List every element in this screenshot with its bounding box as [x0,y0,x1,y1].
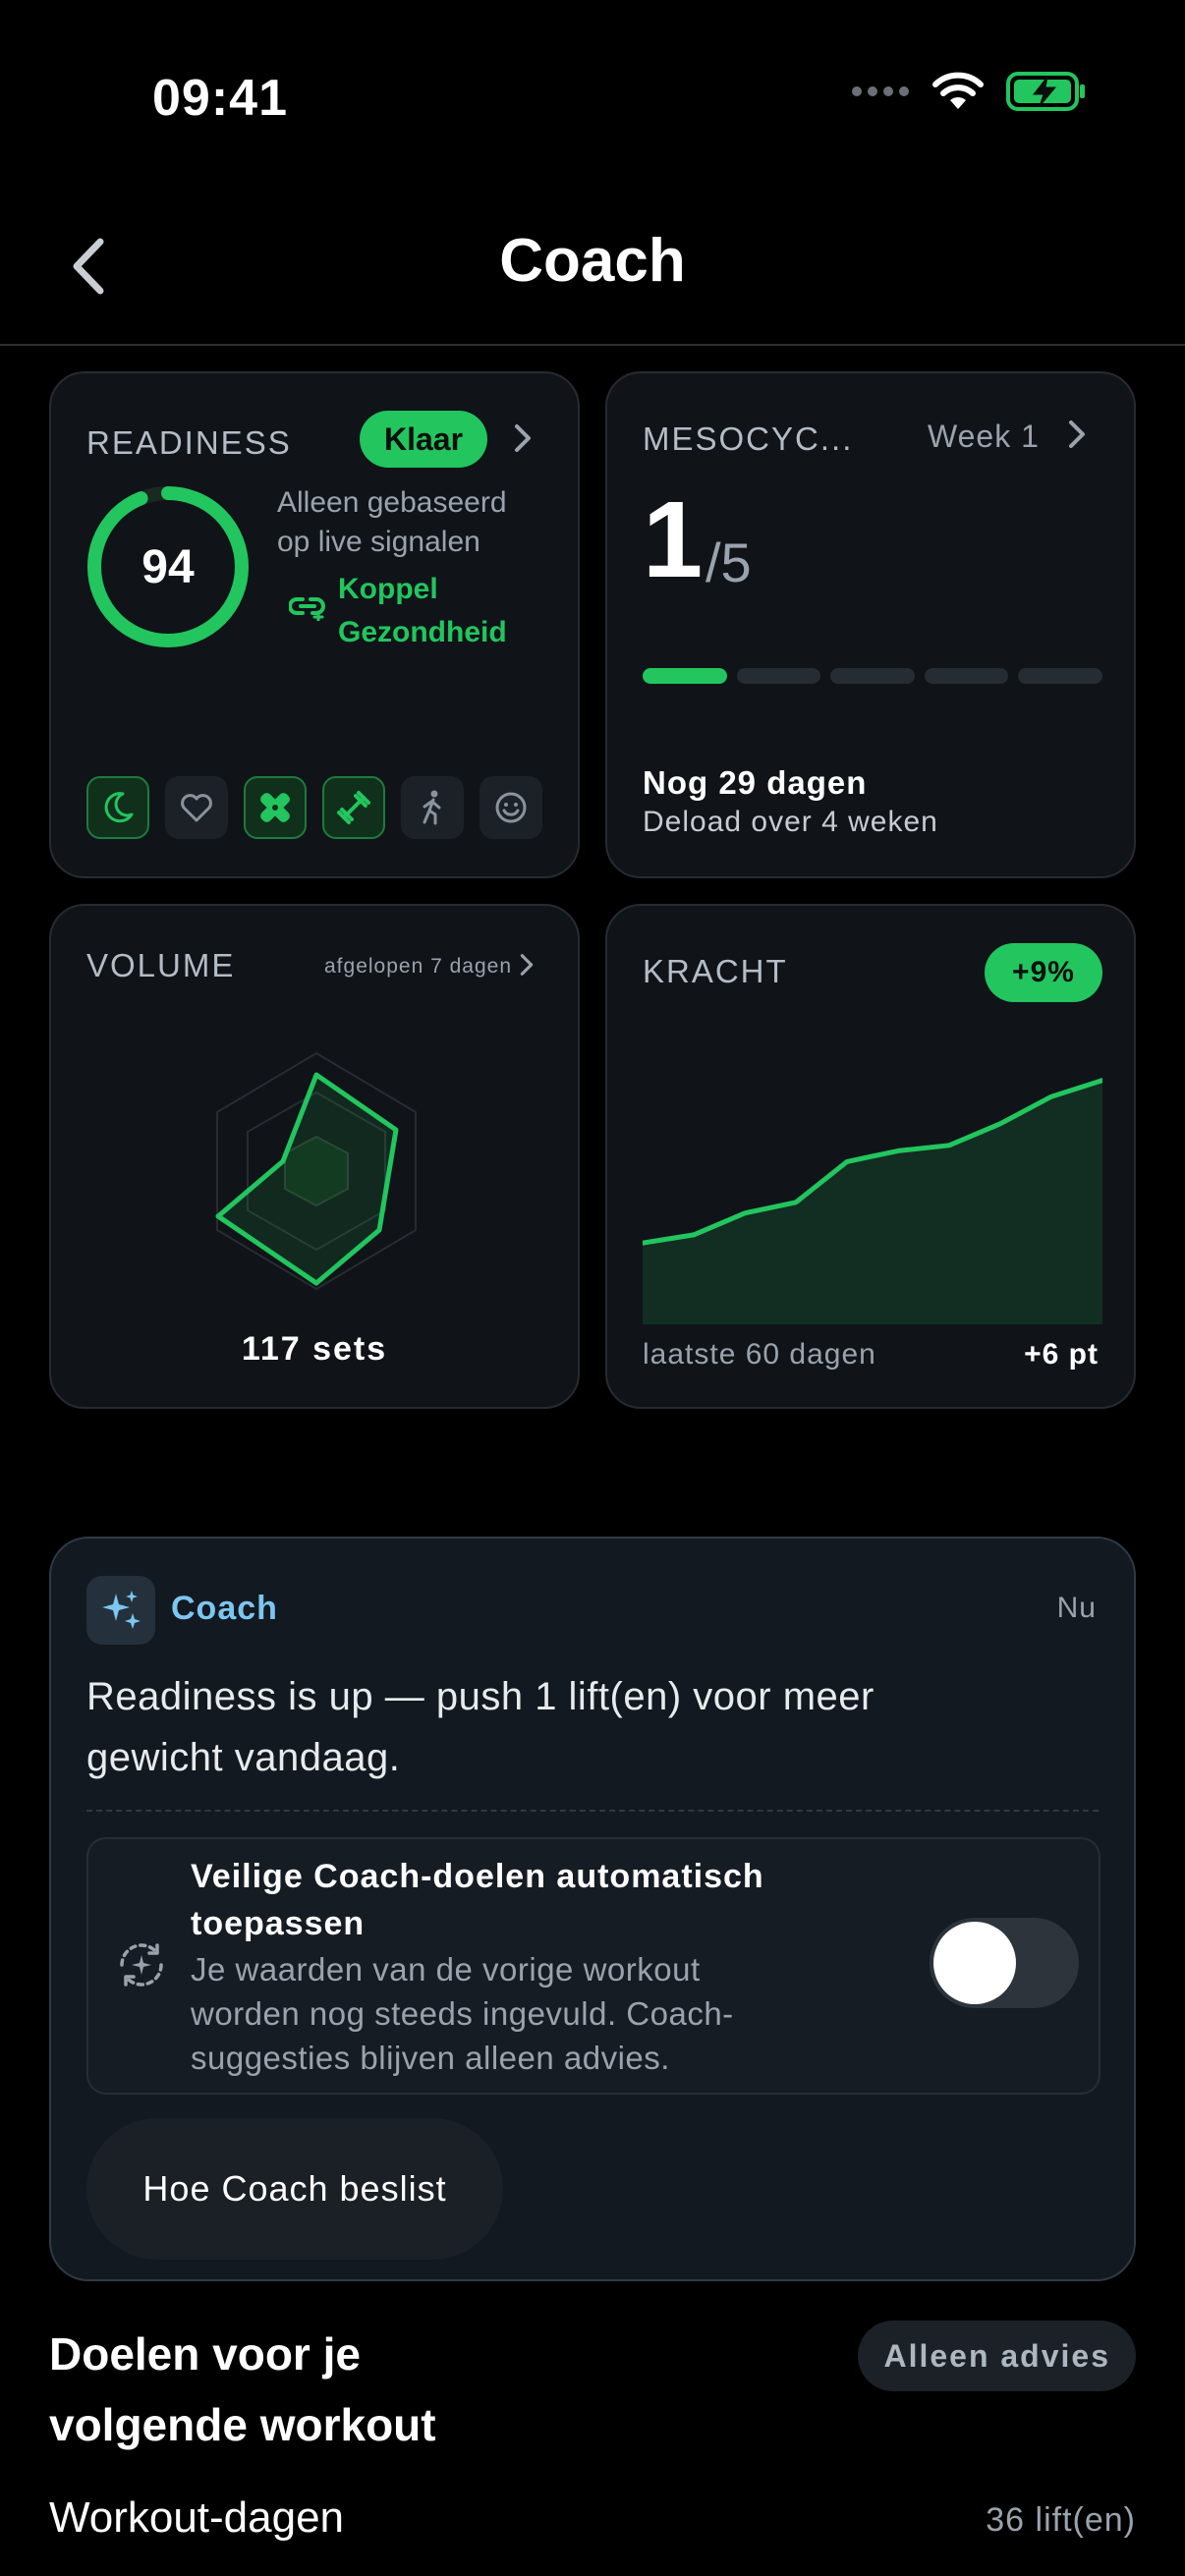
kracht-range: laatste 60 dagen [643,1338,876,1371]
status-time: 09:41 [152,70,288,127]
connect-health-line1: Koppel [338,573,438,605]
volume-range: afgelopen 7 dagen [324,955,512,978]
auto-apply-setting: Veilige Coach-doelen automatisch toepass… [86,1837,1100,2095]
mesocycle-segment [830,668,915,684]
nav-bar: Coach [0,196,1185,346]
volume-card[interactable]: VOLUME afgelopen 7 dagen 117 sets [49,904,580,1409]
connect-health-link[interactable]: Koppel Gezondheid [338,568,507,654]
readiness-note-line1: Alleen gebaseerd [277,486,507,519]
dumbbell-icon [337,791,370,824]
sparkles-icon [102,1591,141,1629]
moon-icon [104,792,134,823]
chevron-right-icon[interactable] [505,420,540,456]
coach-message-line1: Readiness is up — push 1 lift(en) voor m… [86,1675,875,1718]
auto-apply-title: Veilige Coach-doelen automatisch toepass… [191,1853,764,1947]
volume-sets: 117 sets [241,1330,388,1368]
workout-days-value: 36 lift(en) [986,2501,1136,2539]
coach-title: Coach [171,1590,278,1627]
kracht-delta: +6 pt [1024,1338,1099,1371]
signal-heart[interactable] [165,776,228,839]
kracht-area-chart [643,1078,1102,1324]
auto-apply-desc-line3: suggesties blijven alleen advies. [191,2040,670,2076]
coach-avatar [86,1576,155,1645]
mesocycle-label: MESOCYC... [643,420,854,457]
wifi-icon [932,72,984,109]
mesocycle-week: Week 1 [928,419,1040,454]
auto-apply-desc-line2: worden nog steeds ingevuld. Coach- [191,1995,734,2032]
auto-apply-desc-line1: Je waarden van de vorige workout [191,1951,701,1988]
goals-title-line2: volgende workout [49,2399,436,2450]
readiness-label: READINESS [86,424,292,461]
coach-message-line2: gewicht vandaag. [86,1736,401,1779]
auto-refresh-sparkle-icon [120,1943,163,1987]
status-bar: 09:41 [0,0,1185,196]
coach-time: Nu [1056,1592,1097,1624]
signal-mood[interactable] [480,776,542,839]
signal-sleep[interactable] [86,776,149,839]
connect-health-line2: Gezondheid [338,616,507,648]
volume-label: VOLUME [86,947,236,983]
workout-days-label: Workout-dagen [49,2493,345,2542]
how-coach-decides-button[interactable]: Hoe Coach beslist [86,2118,503,2260]
mesocycle-segment [643,668,727,684]
mesocycle-days-left: Nog 29 dagen [643,764,868,801]
page-title: Coach [499,227,686,295]
volume-radar-chart [215,1051,417,1291]
walking-icon [423,790,441,825]
battery-charging-icon [1006,72,1085,111]
chevron-right-icon[interactable] [513,951,540,979]
coach-message: Readiness is up — push 1 lift(en) voor m… [86,1666,875,1788]
status-icons [851,71,1087,112]
coach-card: Coach Nu Readiness is up — push 1 lift(e… [49,1537,1136,2281]
mesocycle-segment [736,668,821,684]
mesocycle-current: 1 [643,479,704,600]
mesocycle-card[interactable]: MESOCYC... Week 1 1 /5 Nog 29 dagen Delo… [605,371,1136,878]
auto-apply-description: Je waarden van de vorige workout worden … [191,1947,734,2080]
coach-divider [86,1810,1099,1812]
signal-strength[interactable] [322,776,385,839]
auto-apply-title-line1: Veilige Coach-doelen automatisch [191,1858,764,1895]
kracht-change-badge: +9% [985,943,1102,1002]
kracht-label: KRACHT [643,953,788,989]
mesocycle-segment [1018,668,1102,684]
readiness-score: 94 [141,540,195,593]
mesocycle-segment [924,668,1009,684]
readiness-status-badge: Klaar [360,411,487,468]
readiness-ring: 94 [85,483,252,650]
readiness-card[interactable]: READINESS Klaar 94 Alleen gebaseerd op l… [49,371,580,878]
goals-title-line1: Doelen voor je [49,2328,361,2380]
signal-recovery[interactable] [244,776,307,839]
auto-apply-title-line2: toepassen [191,1905,366,1942]
advice-only-badge: Alleen advies [858,2321,1136,2391]
smiley-icon [495,792,527,823]
link-icon [289,597,325,621]
toggle-knob [933,1922,1016,2004]
bandage-icon [260,793,290,822]
goals-title: Doelen voor je volgende workout [49,2319,639,2460]
mesocycle-deload: Deload over 4 weken [643,806,938,838]
signal-activity[interactable] [401,776,464,839]
heart-icon [181,794,212,822]
cellular-signal-icon [852,86,909,96]
chevron-right-icon[interactable] [1059,417,1095,452]
kracht-card[interactable]: KRACHT +9% laatste 60 dagen +6 pt [605,904,1136,1409]
readiness-note-line2: op live signalen [277,526,480,558]
kracht-area-fill [643,1080,1102,1324]
mesocycle-total: /5 [705,532,752,593]
auto-apply-toggle[interactable] [930,1918,1079,2008]
